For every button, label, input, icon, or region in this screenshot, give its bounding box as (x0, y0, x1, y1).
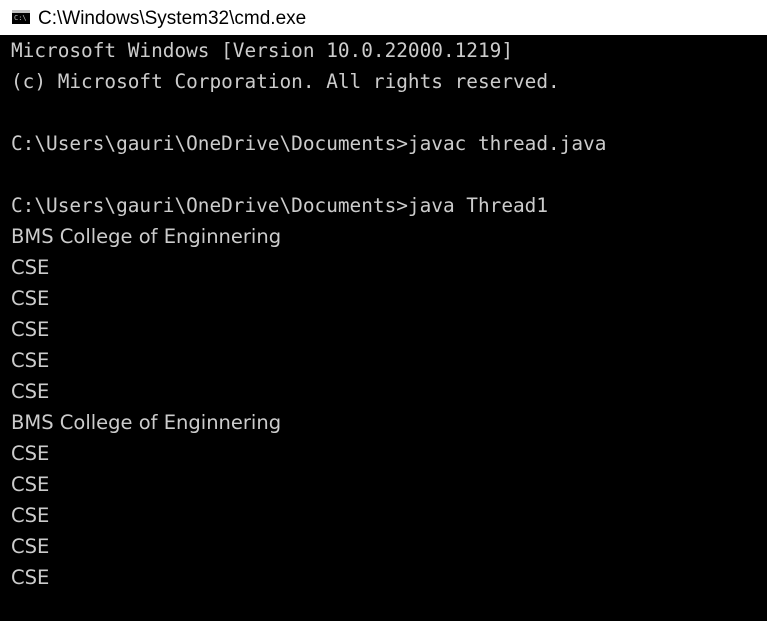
cmd-icon: C:\ (12, 10, 30, 24)
output-line: BMS College of Enginnering (11, 411, 282, 434)
output-line: CSE (11, 349, 50, 372)
console-header-line: (c) Microsoft Corporation. All rights re… (11, 70, 560, 93)
console-output[interactable]: Microsoft Windows [Version 10.0.22000.12… (0, 35, 767, 621)
output-line: CSE (11, 256, 50, 279)
output-line: CSE (11, 380, 50, 403)
command-line: C:\Users\gauri\OneDrive\Documents>javac … (11, 132, 607, 155)
console-header-line: Microsoft Windows [Version 10.0.22000.12… (11, 39, 513, 62)
output-line: CSE (11, 504, 50, 527)
output-line: CSE (11, 566, 50, 589)
output-line: CSE (11, 287, 50, 310)
output-line: BMS College of Enginnering (11, 225, 282, 248)
title-bar[interactable]: C:\ C:\Windows\System32\cmd.exe (0, 0, 767, 35)
window-title: C:\Windows\System32\cmd.exe (38, 8, 307, 29)
output-line: CSE (11, 318, 50, 341)
command-line: C:\Users\gauri\OneDrive\Documents>java T… (11, 194, 549, 217)
output-line: CSE (11, 442, 50, 465)
cmd-window: C:\ C:\Windows\System32\cmd.exe Microsof… (0, 0, 767, 621)
output-line: CSE (11, 535, 50, 558)
output-line: CSE (11, 473, 50, 496)
